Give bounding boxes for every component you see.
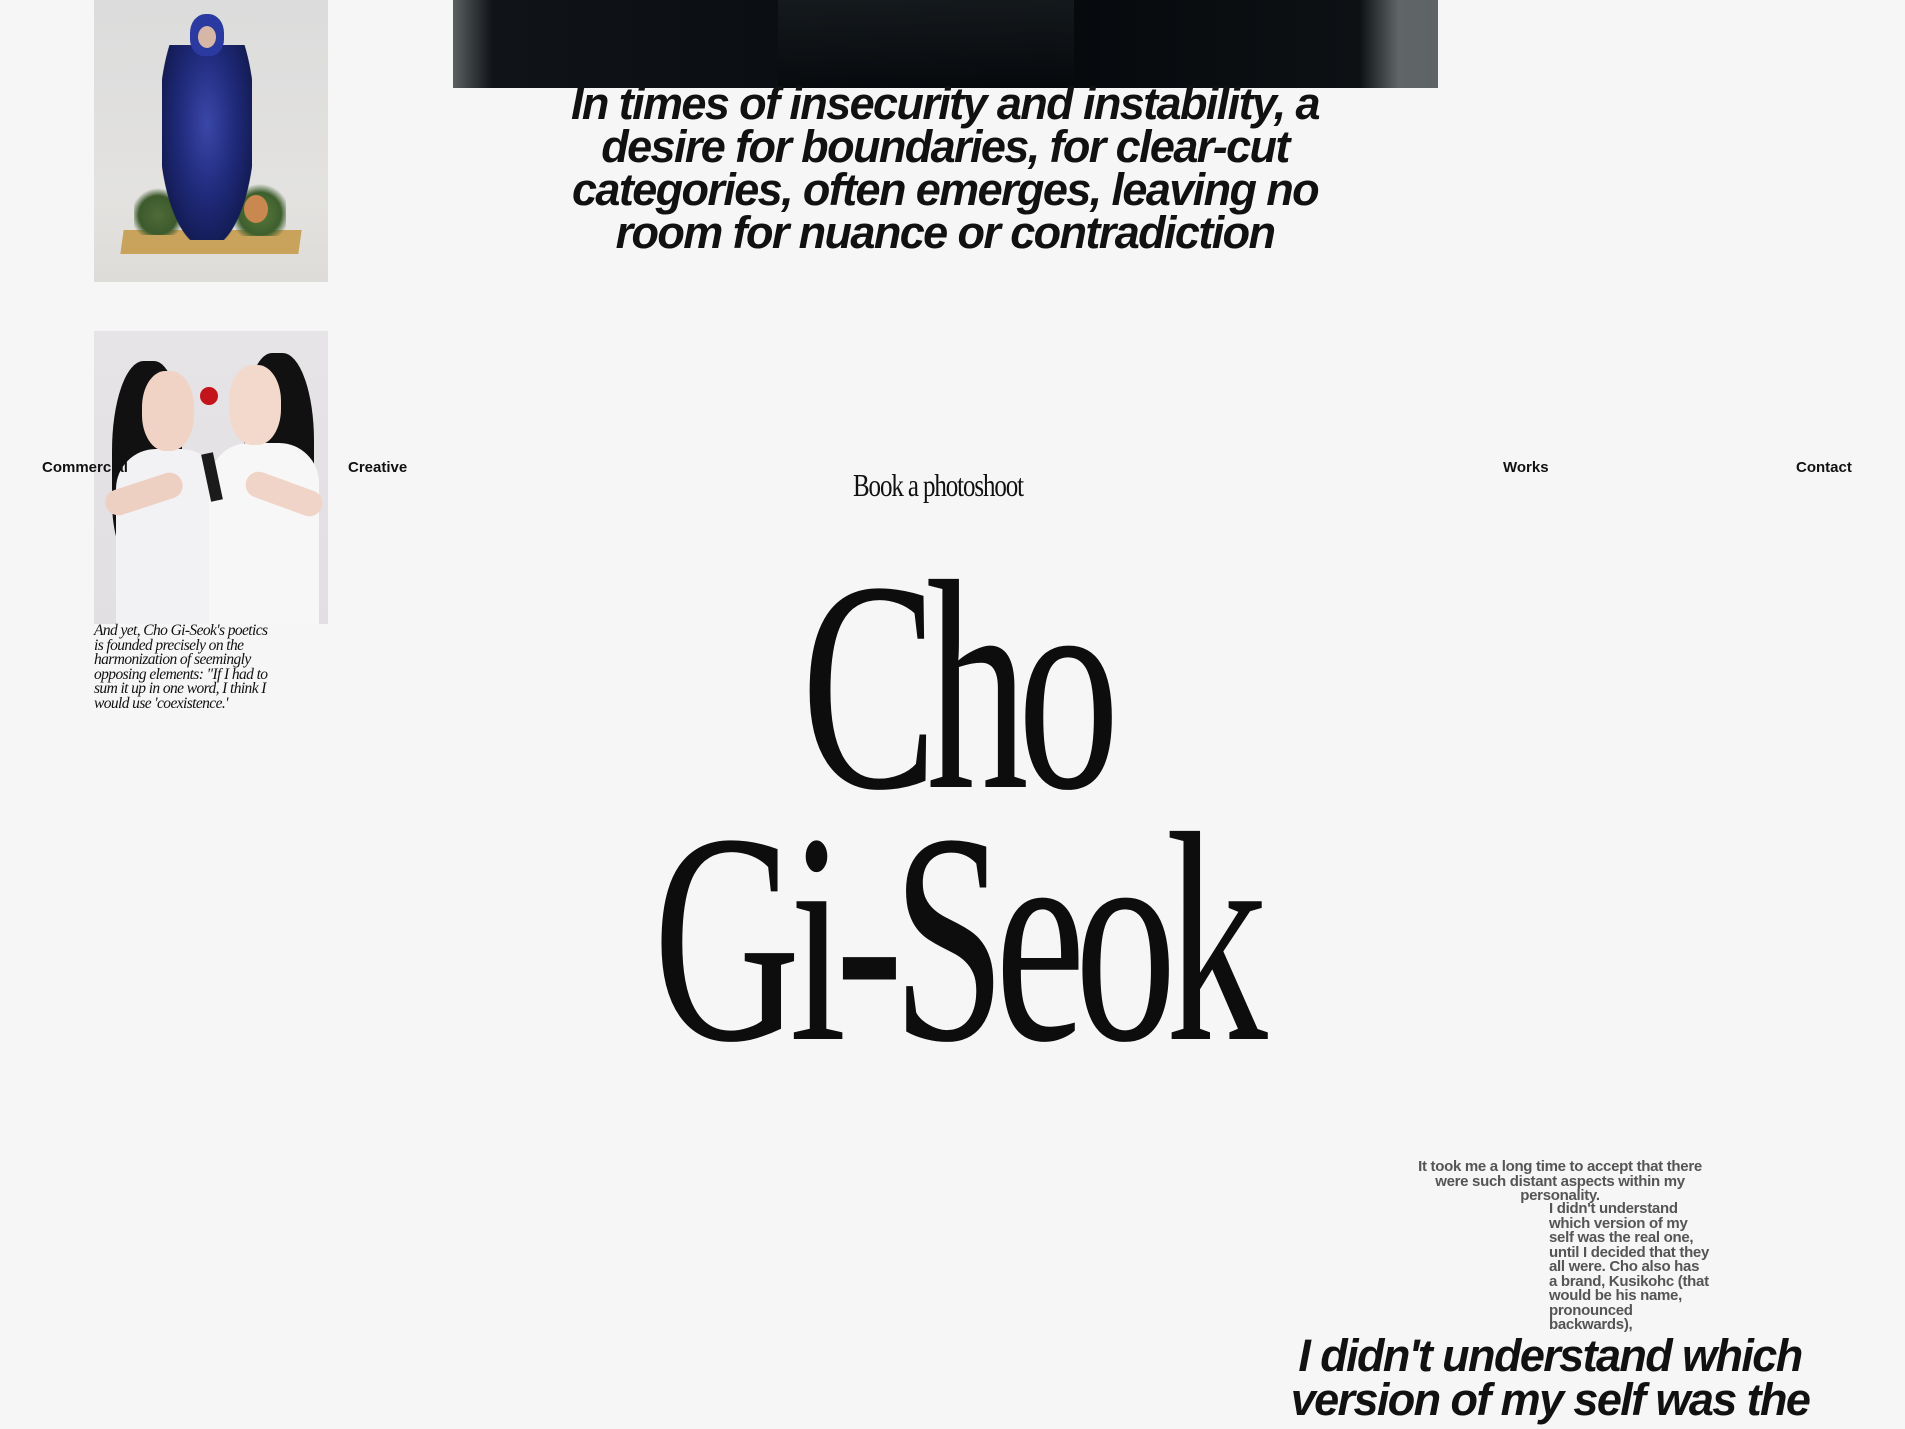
nav-creative[interactable]: Creative [348, 459, 407, 476]
photo-face-left [142, 371, 194, 451]
hero-title: Cho Gi-Seok [480, 536, 1430, 1104]
top-quote: In times of insecurity and instability, … [571, 78, 1321, 258]
photo-small-head [244, 195, 268, 223]
photo-shirt-right [209, 443, 319, 624]
dark-fabric-photo [453, 0, 1438, 88]
nav-works[interactable]: Works [1503, 459, 1549, 476]
nav-contact[interactable]: Contact [1796, 459, 1852, 476]
right-caption-1: It took me a long time to accept that th… [1418, 1158, 1702, 1204]
nav-commercial[interactable]: Commercial [42, 459, 128, 476]
hero-title-line-2: Gi-Seok [653, 772, 1268, 1104]
left-caption: And yet, Cho Gi-Seok's poetics is founde… [94, 622, 268, 712]
photo-rose [200, 387, 218, 405]
blue-sculpture-photo[interactable] [94, 0, 328, 282]
book-photoshoot-link[interactable]: Book a photoshoot [853, 467, 1024, 504]
photo-figure-face [198, 26, 216, 48]
bottom-quote: I didn't understand which version of my … [1290, 1330, 1811, 1425]
photo-figure [162, 45, 252, 240]
right-caption-2: I didn't understand which version of my … [1549, 1200, 1710, 1333]
two-women-photo[interactable] [94, 331, 328, 624]
photo-face-right [229, 365, 281, 445]
